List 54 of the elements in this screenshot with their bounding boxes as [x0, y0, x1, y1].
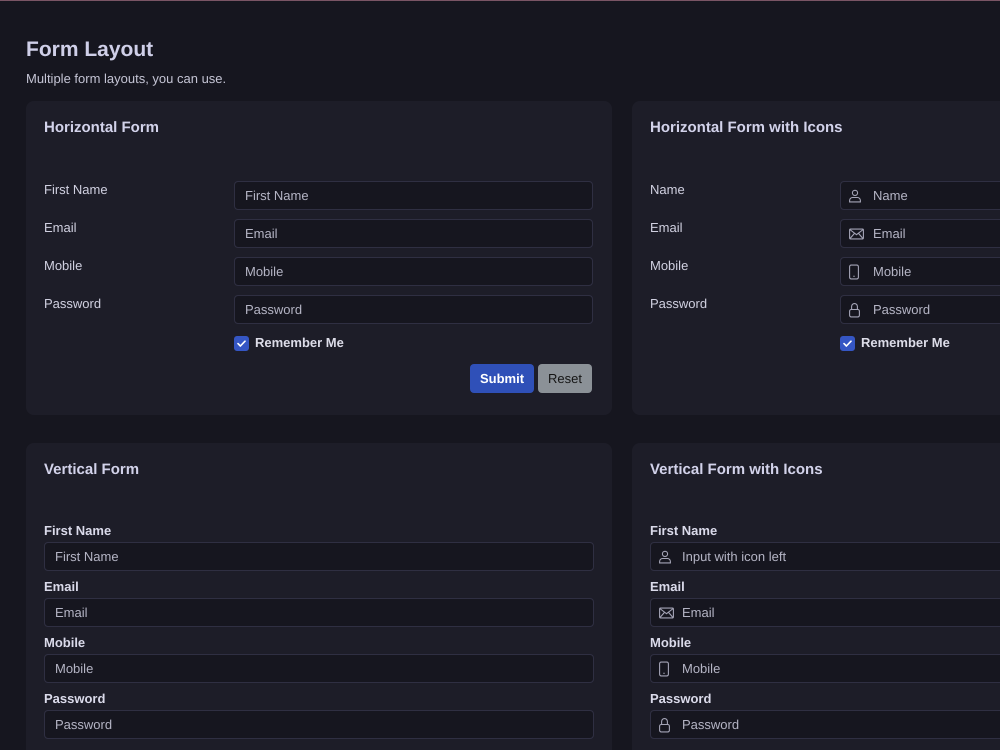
field-label: Mobile: [650, 257, 690, 275]
check-icon: [843, 340, 852, 346]
checkbox-label[interactable]: Remember Me: [861, 335, 950, 351]
checkbox[interactable]: [840, 336, 855, 350]
field-label: Email: [44, 219, 78, 237]
field-label: First Name: [650, 523, 718, 539]
input-field[interactable]: Password: [234, 295, 593, 324]
user-icon: [849, 189, 861, 202]
field-label: First Name: [44, 523, 112, 539]
field-label: Name: [650, 181, 686, 199]
card-title: Vertical Form with Icons: [650, 461, 824, 479]
field-label: Password: [44, 691, 106, 707]
input-field[interactable]: Password: [44, 710, 594, 739]
input-field[interactable]: Input with icon left: [650, 542, 1000, 571]
phone-icon: [659, 661, 669, 676]
reset-button[interactable]: Reset: [538, 364, 592, 393]
lock-icon: [659, 717, 670, 732]
page-subtitle: Multiple form layouts, you can use.: [26, 71, 228, 87]
field-label: Password: [650, 691, 712, 707]
field-label: Email: [650, 579, 686, 595]
lock-icon: [849, 302, 860, 317]
input-field[interactable]: Mobile: [234, 257, 593, 286]
page-title: Form Layout: [26, 38, 154, 62]
envelope-icon: [849, 228, 864, 239]
field-label: Email: [650, 219, 684, 237]
envelope-icon: [659, 607, 674, 618]
card-title: Horizontal Form with Icons: [650, 119, 844, 137]
field-label: Mobile: [44, 257, 84, 275]
input-field[interactable]: Email: [44, 598, 594, 627]
input-field[interactable]: Mobile: [650, 654, 1000, 683]
field-label: Mobile: [44, 635, 86, 651]
card-title: Horizontal Form: [44, 119, 160, 137]
checkbox[interactable]: [234, 336, 249, 350]
user-icon: [659, 550, 671, 563]
input-field[interactable]: First Name: [234, 181, 593, 210]
field-label: Email: [44, 579, 80, 595]
input-field[interactable]: Email: [234, 219, 593, 248]
check-icon: [237, 340, 246, 346]
submit-button[interactable]: Submit: [470, 364, 534, 393]
field-label: Password: [44, 295, 102, 313]
field-label: First Name: [44, 181, 109, 199]
input-field[interactable]: Mobile: [840, 257, 1000, 286]
card-title: Vertical Form: [44, 461, 140, 479]
checkbox-label[interactable]: Remember Me: [255, 335, 344, 351]
input-field[interactable]: Mobile: [44, 654, 594, 683]
input-field[interactable]: Password: [840, 295, 1000, 324]
field-label: Password: [650, 295, 708, 313]
phone-icon: [849, 264, 859, 279]
input-field[interactable]: First Name: [44, 542, 594, 571]
input-field[interactable]: Email: [840, 219, 1000, 248]
input-field[interactable]: Password: [650, 710, 1000, 739]
field-label: Mobile: [650, 635, 692, 651]
input-field[interactable]: Email: [650, 598, 1000, 627]
input-field[interactable]: Name: [840, 181, 1000, 210]
